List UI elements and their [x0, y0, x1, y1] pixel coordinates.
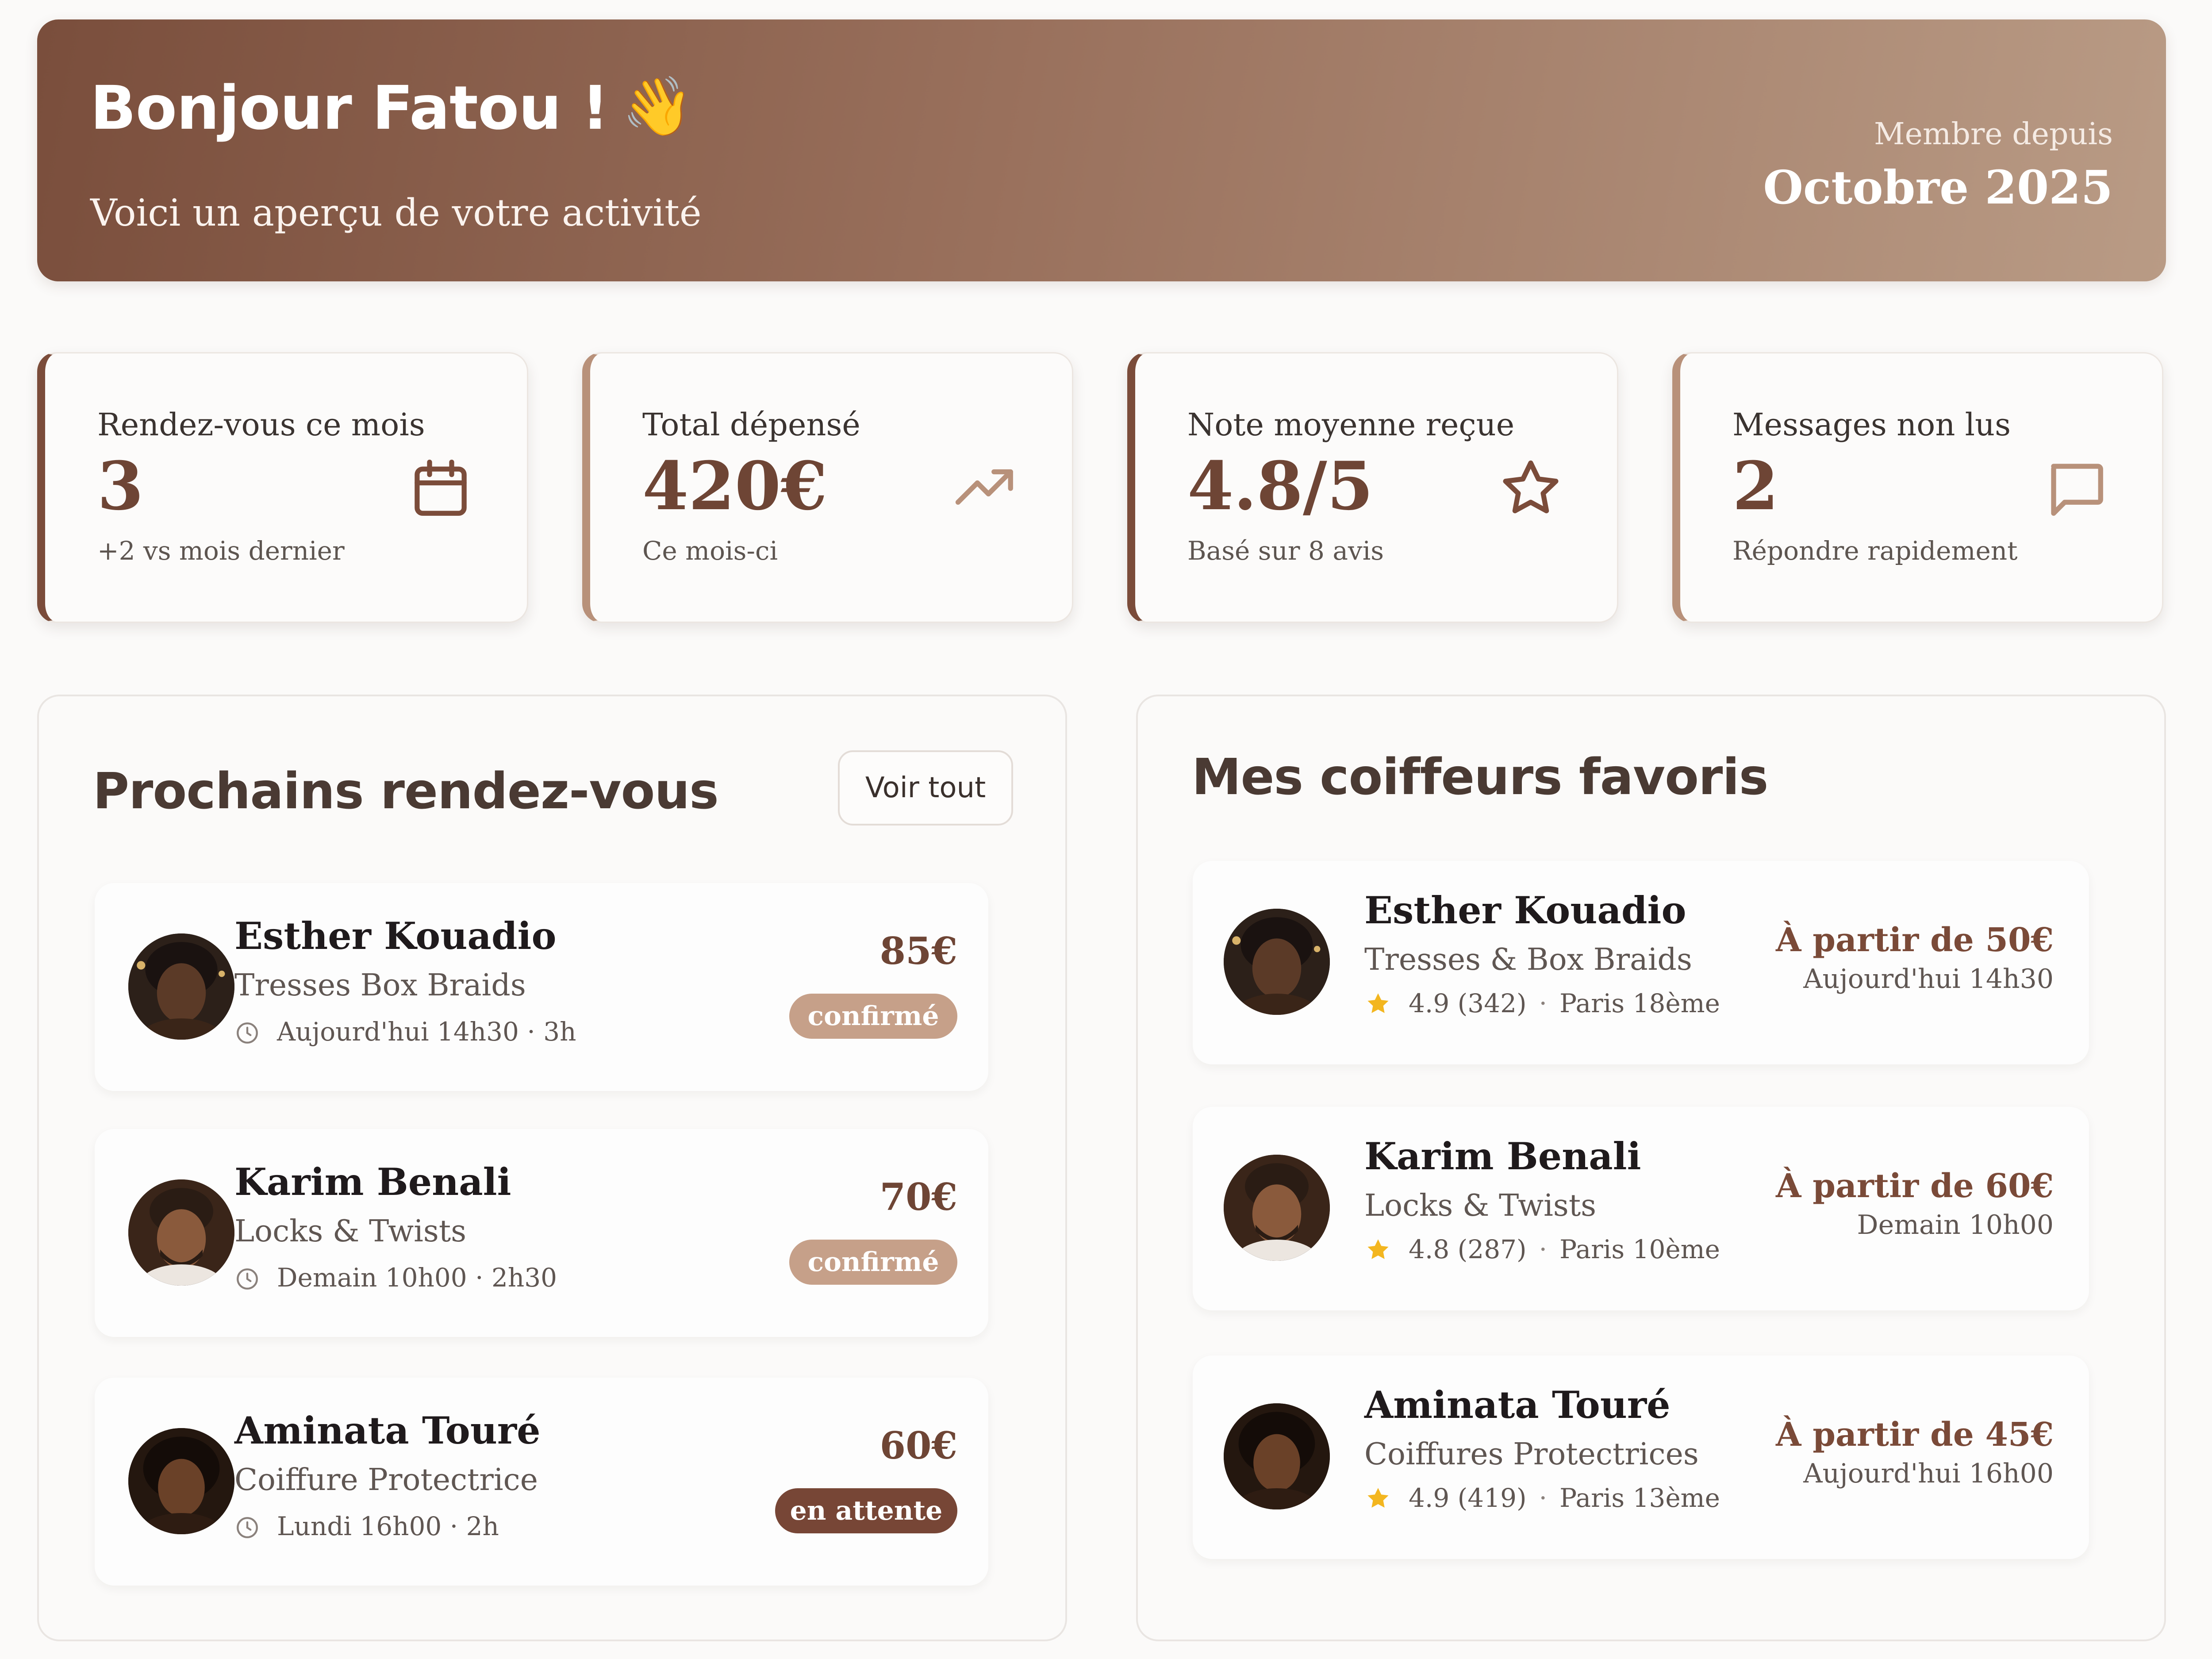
- stat-label: Note moyenne reçue: [1187, 407, 1515, 443]
- stat-value: 3: [97, 447, 144, 525]
- appointment-time: Aujourd'hui 14h30 · 3h: [277, 1017, 576, 1047]
- stat-label: Rendez-vous ce mois: [97, 407, 425, 443]
- stylist-rating: 4.9 (419): [1409, 1483, 1527, 1513]
- stylist-location: Paris 10ème: [1559, 1234, 1720, 1264]
- appointment-row[interactable]: Aminata Touré Coiffure Protectrice Lundi…: [95, 1378, 988, 1586]
- favorite-stylist-row[interactable]: Aminata Touré Coiffures Protectrices 4.9…: [1193, 1356, 2089, 1559]
- stylist-specialty: Locks & Twists: [1364, 1188, 1597, 1223]
- calendar-icon: [415, 460, 467, 516]
- service-name: Locks & Twists: [234, 1214, 467, 1249]
- favorites-panel: Mes coiffeurs favoris Esther Kouadio Tre…: [1136, 695, 2166, 1641]
- stylist-specialty: Tresses & Box Braids: [1364, 942, 1692, 977]
- appointments-title: Prochains rendez-vous: [93, 763, 719, 820]
- waving-hand-icon: 👋: [622, 73, 694, 140]
- appointments-panel: Prochains rendez-vous Voir tout Esther K…: [37, 695, 1067, 1641]
- status-badge: confirmé: [789, 1240, 957, 1285]
- avatar: [1224, 909, 1330, 1015]
- trending-up-icon: [955, 469, 1013, 505]
- stylist-name: Karim Benali: [1364, 1134, 1641, 1178]
- greeting-text: Bonjour Fatou !: [90, 73, 609, 143]
- status-badge: en attente: [775, 1488, 957, 1533]
- service-name: Coiffure Protectrice: [234, 1463, 538, 1498]
- next-availability: Aujourd'hui 14h30: [1803, 964, 2054, 995]
- stat-note: Basé sur 8 avis: [1187, 536, 1384, 566]
- stylist-meta: 4.9 (342) · Paris 18ème: [1409, 988, 1720, 1018]
- star-icon: [1367, 1239, 1389, 1259]
- message-icon: [2051, 464, 2103, 516]
- stylist-specialty: Coiffures Protectrices: [1364, 1437, 1699, 1472]
- starting-price: À partir de 60€: [1776, 1167, 2054, 1205]
- avatar: [128, 1428, 234, 1534]
- welcome-banner: Bonjour Fatou ! 👋 Voici un aperçu de votr…: [37, 19, 2166, 281]
- stat-note: +2 vs mois dernier: [97, 536, 345, 566]
- clock-icon: [237, 1268, 258, 1290]
- see-all-button[interactable]: Voir tout: [838, 750, 1013, 826]
- stat-value: 2: [1732, 447, 1779, 525]
- stat-label: Messages non lus: [1732, 407, 2011, 443]
- service-name: Tresses Box Braids: [234, 968, 526, 1003]
- clock-icon: [237, 1517, 258, 1538]
- stat-card-rating[interactable]: Note moyenne reçue 4.8/5 Basé sur 8 avis: [1127, 352, 1618, 623]
- member-since-value: Octobre 2025: [1763, 160, 2113, 215]
- clock-icon: [237, 1022, 258, 1044]
- stylist-rating: 4.8 (287): [1409, 1234, 1527, 1264]
- stat-label: Total dépensé: [642, 407, 860, 443]
- stylist-name: Aminata Touré: [1364, 1383, 1671, 1427]
- stylist-location: Paris 13ème: [1559, 1483, 1720, 1513]
- appointment-time: Demain 10h00 · 2h30: [277, 1263, 557, 1293]
- appointment-time: Lundi 16h00 · 2h: [277, 1511, 499, 1541]
- favorite-stylist-row[interactable]: Karim Benali Locks & Twists 4.8 (287) · Pa…: [1193, 1107, 2089, 1310]
- starting-price: À partir de 45€: [1776, 1416, 2054, 1454]
- stylist-rating: 4.9 (342): [1409, 988, 1527, 1018]
- stat-card-spent[interactable]: Total dépensé 420€ Ce mois-ci: [582, 352, 1073, 623]
- appointment-price: 85€: [879, 929, 957, 973]
- greeting-title: Bonjour Fatou ! 👋: [90, 73, 693, 143]
- avatar: [1224, 1155, 1330, 1261]
- favorite-stylist-row[interactable]: Esther Kouadio Tresses & Box Braids 4.9 …: [1193, 861, 2089, 1064]
- stylist-name: Karim Benali: [234, 1160, 511, 1204]
- greeting-subtitle: Voici un aperçu de votre activité: [90, 191, 702, 234]
- star-icon: [1503, 460, 1559, 514]
- stat-value: 4.8/5: [1187, 447, 1374, 525]
- stylist-name: Esther Kouadio: [234, 914, 557, 958]
- status-badge: confirmé: [789, 994, 957, 1039]
- stat-card-messages[interactable]: Messages non lus 2 Répondre rapidement: [1672, 352, 2163, 623]
- stat-note: Répondre rapidement: [1732, 536, 2018, 566]
- next-availability: Demain 10h00: [1857, 1210, 2054, 1240]
- stylist-location: Paris 18ème: [1559, 988, 1720, 1018]
- avatar: [128, 1179, 234, 1286]
- appointment-row[interactable]: Esther Kouadio Tresses Box Braids Aujour…: [95, 883, 988, 1091]
- stat-note: Ce mois-ci: [642, 536, 778, 566]
- stylist-meta: 4.9 (419) · Paris 13ème: [1409, 1483, 1720, 1513]
- stylist-meta: 4.8 (287) · Paris 10ème: [1409, 1234, 1720, 1264]
- stat-value: 420€: [642, 447, 827, 525]
- appointment-price: 70€: [879, 1175, 957, 1219]
- star-icon: [1367, 1488, 1389, 1508]
- avatar: [1224, 1403, 1330, 1509]
- avatar: [128, 933, 234, 1040]
- stylist-name: Esther Kouadio: [1364, 888, 1686, 932]
- star-icon: [1367, 993, 1389, 1013]
- starting-price: À partir de 50€: [1776, 921, 2054, 959]
- stylist-name: Aminata Touré: [234, 1409, 541, 1452]
- next-availability: Aujourd'hui 16h00: [1803, 1458, 2054, 1489]
- appointment-price: 60€: [879, 1424, 957, 1467]
- appointment-row[interactable]: Karim Benali Locks & Twists Demain 10h00…: [95, 1129, 988, 1337]
- favorites-title: Mes coiffeurs favoris: [1192, 749, 1768, 806]
- member-since-label: Membre depuis: [1874, 117, 2113, 152]
- stat-card-appointments[interactable]: Rendez-vous ce mois 3 +2 vs mois dernier: [37, 352, 528, 623]
